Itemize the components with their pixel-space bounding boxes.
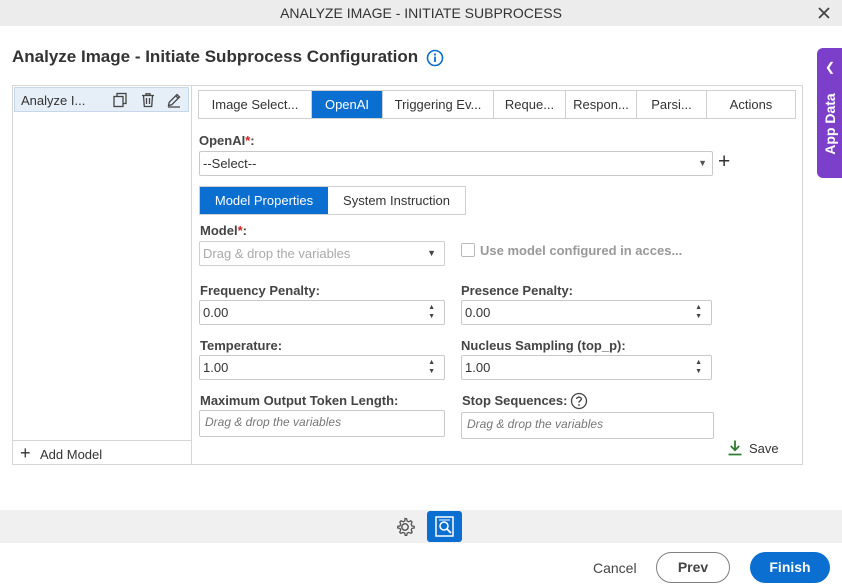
- plus-icon: +: [20, 443, 31, 463]
- download-icon: [727, 439, 743, 459]
- temperature-value: 1.00: [203, 360, 229, 375]
- tab-triggering-events[interactable]: Triggering Ev...: [383, 91, 494, 118]
- dropdown-arrow-icon: ▼: [427, 248, 436, 258]
- temperature-input[interactable]: 1.00 ▲ ▼: [199, 355, 445, 380]
- add-model-button[interactable]: + Add Model: [12, 440, 191, 465]
- analyze-image-ai-button[interactable]: [427, 511, 462, 542]
- edit-icon[interactable]: [166, 92, 182, 108]
- tab-request[interactable]: Reque...: [494, 91, 566, 118]
- nucleus-sampling-label: Nucleus Sampling (top_p):: [461, 338, 626, 353]
- app-data-label: App Data: [822, 93, 838, 155]
- tab-parsing[interactable]: Parsi...: [637, 91, 707, 118]
- nucleus-sampling-input[interactable]: 1.00 ▲ ▼: [461, 355, 712, 380]
- close-icon[interactable]: [816, 0, 832, 26]
- app-data-panel-toggle[interactable]: ❮ App Data: [817, 48, 842, 178]
- dropdown-arrow-icon: ▼: [698, 158, 707, 168]
- add-openai-connection-button[interactable]: +: [718, 151, 736, 173]
- stop-sequences-label: Stop Sequences:: [462, 393, 568, 408]
- openai-select-value: --Select--: [203, 156, 257, 171]
- stepper-icon[interactable]: ▲ ▼: [428, 303, 435, 321]
- openai-select[interactable]: --Select-- ▼: [199, 151, 713, 176]
- chevron-left-icon: ❮: [825, 60, 836, 74]
- save-button[interactable]: Save: [727, 438, 787, 458]
- model-subtabs: Model Properties System Instruction: [199, 186, 466, 215]
- frequency-penalty-label: Frequency Penalty:: [200, 283, 320, 298]
- config-tabs: Image Select... OpenAI Triggering Ev... …: [198, 90, 796, 119]
- frequency-penalty-value: 0.00: [203, 305, 229, 320]
- model-list-item[interactable]: Analyze I...: [14, 87, 189, 112]
- max-output-token-label: Maximum Output Token Length:: [200, 393, 399, 408]
- help-icon[interactable]: [570, 392, 588, 410]
- model-label: Model*:: [200, 223, 247, 238]
- model-item-label: Analyze I...: [21, 93, 86, 108]
- model-list-panel: Analyze I... + Add Model: [12, 85, 192, 465]
- nucleus-sampling-value: 1.00: [465, 360, 491, 375]
- stepper-icon[interactable]: ▲ ▼: [695, 303, 702, 321]
- max-output-token-dropzone[interactable]: Drag & drop the variables: [199, 410, 445, 437]
- footer-toolbar: [0, 510, 842, 543]
- presence-penalty-value: 0.00: [465, 305, 491, 320]
- window-titlebar: ANALYZE IMAGE - INITIATE SUBPROCESS: [0, 0, 842, 26]
- window-title: ANALYZE IMAGE - INITIATE SUBPROCESS: [280, 5, 562, 21]
- tab-image-selection[interactable]: Image Select...: [199, 91, 312, 118]
- use-model-configured-checkbox[interactable]: [461, 243, 475, 257]
- gear-icon[interactable]: [394, 516, 416, 538]
- image-search-icon: [435, 516, 454, 537]
- temperature-label: Temperature:: [200, 338, 283, 353]
- prev-button[interactable]: Prev: [656, 552, 730, 583]
- tab-openai[interactable]: OpenAI: [312, 91, 383, 118]
- tab-response[interactable]: Respon...: [566, 91, 637, 118]
- frequency-penalty-input[interactable]: 0.00 ▲ ▼: [199, 300, 445, 325]
- stepper-icon[interactable]: ▲ ▼: [695, 358, 702, 376]
- openai-label: OpenAI*:: [199, 133, 255, 148]
- tab-system-instruction[interactable]: System Instruction: [328, 187, 465, 214]
- save-label: Save: [749, 441, 779, 456]
- tab-actions[interactable]: Actions: [707, 91, 795, 118]
- model-dropdown-placeholder: Drag & drop the variables: [203, 246, 351, 261]
- use-model-configured-label: Use model configured in acces...: [480, 243, 683, 258]
- page-title: Analyze Image - Initiate Subprocess Conf…: [12, 47, 419, 66]
- info-icon[interactable]: [426, 49, 444, 67]
- finish-button[interactable]: Finish: [750, 552, 830, 583]
- tab-model-properties[interactable]: Model Properties: [200, 187, 328, 214]
- stop-sequences-dropzone[interactable]: Drag & drop the variables: [461, 412, 714, 439]
- copy-icon[interactable]: [112, 92, 128, 108]
- presence-penalty-input[interactable]: 0.00 ▲ ▼: [461, 300, 712, 325]
- presence-penalty-label: Presence Penalty:: [461, 283, 574, 298]
- delete-icon[interactable]: [140, 92, 156, 108]
- cancel-button[interactable]: Cancel: [593, 560, 637, 576]
- add-model-label: Add Model: [40, 447, 103, 462]
- stepper-icon[interactable]: ▲ ▼: [428, 358, 435, 376]
- model-dropdown[interactable]: Drag & drop the variables ▼: [199, 241, 445, 266]
